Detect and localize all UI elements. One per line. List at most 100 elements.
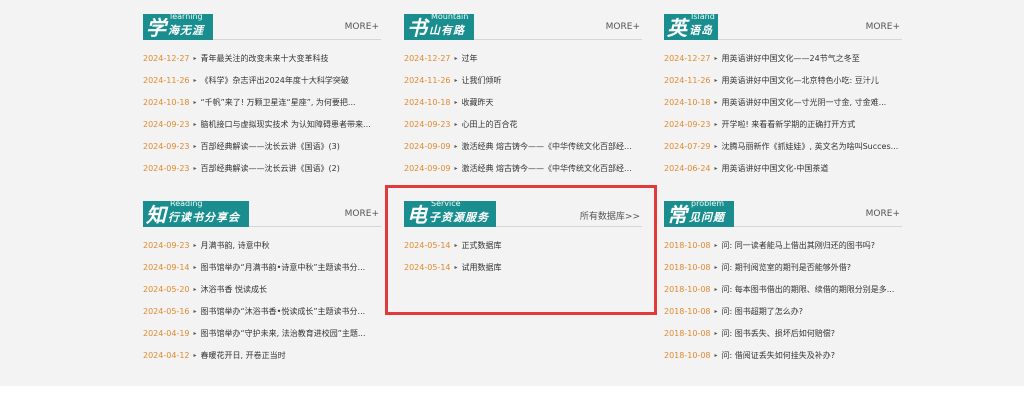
list-item[interactable]: 2024-09-14 ▸ 图书馆举办“月满书韵•诗意中秋”主题读书分... xyxy=(143,256,381,278)
list-item[interactable]: 2024-09-23 ▸ 百部经典解读——沈长云讲《国语》(3) xyxy=(143,135,381,157)
problem-more-link[interactable]: MORE+ xyxy=(866,209,900,219)
list-item[interactable]: 2024-12-27 ▸ 用英语讲好中国文化——24节气之冬至 xyxy=(664,47,902,69)
mountain-panel-header: 书 Mountain 山有路 MORE+ xyxy=(404,12,642,40)
item-title-link[interactable]: 激活经典 熔古铸今——《中华传统文化百部经... xyxy=(462,141,632,152)
item-date: 2018-10-08 xyxy=(664,262,711,272)
item-title-link[interactable]: 问: 期刊阅览室的期刊是否能够外借? xyxy=(722,262,851,273)
bullet-arrow-icon: ▸ xyxy=(454,164,458,172)
item-title-link[interactable]: 问: 借阅证丢失如何挂失及补办? xyxy=(722,350,835,361)
mountain-logo-en: Mountain xyxy=(431,12,469,21)
island-more-link[interactable]: MORE+ xyxy=(866,22,900,32)
list-item[interactable]: 2018-10-08 ▸ 问: 期刊阅览室的期刊是否能够外借? xyxy=(664,256,902,278)
item-title-link[interactable]: 开学啦! 来看看新学期的正确打开方式 xyxy=(722,119,856,130)
item-title-link[interactable]: 激活经典 熔古铸今——《中华传统文化百部经... xyxy=(462,163,632,174)
list-item[interactable]: 2024-07-29 ▸ 沈腾马丽新作《抓娃娃》, 英文名为啥叫Succes... xyxy=(664,135,902,157)
item-title-link[interactable]: 《科学》杂志评出2024年度十大科学突破 xyxy=(201,75,349,86)
list-item[interactable]: 2024-09-09 ▸ 激活经典 熔古铸今——《中华传统文化百部经... xyxy=(404,135,642,157)
list-item[interactable]: 2024-10-18 ▸ “千帆”来了! 万颗卫星连“星座”, 为何要把... xyxy=(143,91,381,113)
item-title-link[interactable]: 用英语讲好中国文化——24节气之冬至 xyxy=(722,53,860,64)
item-title-link[interactable]: 过年 xyxy=(462,53,478,64)
item-date: 2018-10-08 xyxy=(664,240,711,250)
item-title-link[interactable]: 用英语讲好中国文化—寸光阴一寸金, 寸金难... xyxy=(722,97,887,108)
list-item[interactable]: 2024-05-20 ▸ 沐浴书香 悦读成长 xyxy=(143,278,381,300)
learning-logo-char: 学 xyxy=(146,16,166,40)
list-item[interactable]: 2024-11-26 ▸ 《科学》杂志评出2024年度十大科学突破 xyxy=(143,69,381,91)
list-item[interactable]: 2018-10-08 ▸ 问: 借阅证丢失如何挂失及补办? xyxy=(664,344,902,366)
item-title-link[interactable]: 图书馆举办“月满书韵•诗意中秋”主题读书分... xyxy=(201,262,366,273)
item-title-link[interactable]: 脑机接口与虚拟现实技术 为认知障碍患者带来... xyxy=(201,119,371,130)
item-title-link[interactable]: 心田上的百合花 xyxy=(462,119,518,130)
list-item[interactable]: 2024-09-23 ▸ 心田上的百合花 xyxy=(404,113,642,135)
item-date: 2024-09-09 xyxy=(404,163,451,173)
list-item[interactable]: 2024-06-24 ▸ 用英语讲好中国文化-中国茶道 xyxy=(664,157,902,179)
bullet-arrow-icon: ▸ xyxy=(193,120,197,128)
mountain-logo[interactable]: 书 Mountain 山有路 xyxy=(404,12,474,40)
item-date: 2024-09-09 xyxy=(404,141,451,151)
island-news-list: 2024-12-27 ▸ 用英语讲好中国文化——24节气之冬至 2024-11-26 ▸… xyxy=(664,47,902,179)
item-title-link[interactable]: 春暖花开日, 开卷正当时 xyxy=(201,350,286,361)
page-background: 学 learning 海无涯 MORE+ 2024-12-27 ▸ 青年最关注的改变… xyxy=(0,0,1024,386)
problem-panel: 常 problem 见问题 MORE+ 2018-10-08 ▸ 问: 同一读者能马… xyxy=(664,199,902,366)
list-item[interactable]: 2024-09-23 ▸ 百部经典解读——沈长云讲《国语》(2) xyxy=(143,157,381,179)
learning-news-list: 2024-12-27 ▸ 青年最关注的改变未来十大变革科技 2024-11-26 ▸ 《科… xyxy=(143,47,381,179)
list-item[interactable]: 2018-10-08 ▸ 问: 图书超期了怎么办? xyxy=(664,300,902,322)
item-title-link[interactable]: 沐浴书香 悦读成长 xyxy=(201,284,268,295)
item-title-link[interactable]: 问: 同一读者能马上借出其刚归还的图书吗? xyxy=(722,240,875,251)
list-item[interactable]: 2024-12-27 ▸ 青年最关注的改变未来十大变革科技 xyxy=(143,47,381,69)
learning-logo-en: learning xyxy=(170,12,203,21)
list-item[interactable]: 2024-09-23 ▸ 开学啦! 来看看新学期的正确打开方式 xyxy=(664,113,902,135)
list-item[interactable]: 2024-11-26 ▸ 让我们倾听 xyxy=(404,69,642,91)
mountain-more-link[interactable]: MORE+ xyxy=(606,22,640,32)
island-logo[interactable]: 英 Island 语岛 xyxy=(664,12,718,40)
problem-logo-en: problem xyxy=(691,199,725,208)
bullet-arrow-icon: ▸ xyxy=(193,329,197,337)
highlight-frame xyxy=(385,185,657,315)
item-date: 2018-10-08 xyxy=(664,328,711,338)
item-title-link[interactable]: 百部经典解读——沈长云讲《国语》(2) xyxy=(201,163,340,174)
list-item[interactable]: 2024-09-23 ▸ 月满书韵, 诗意中秋 xyxy=(143,234,381,256)
item-title-link[interactable]: “千帆”来了! 万颗卫星连“星座”, 为何要把... xyxy=(201,97,356,108)
list-item[interactable]: 2024-05-16 ▸ 图书馆举办“沐浴书香•悦读成长”主题读书分... xyxy=(143,300,381,322)
item-title-link[interactable]: 问: 图书超期了怎么办? xyxy=(722,306,803,317)
problem-logo[interactable]: 常 problem 见问题 xyxy=(664,199,734,227)
bullet-arrow-icon: ▸ xyxy=(714,307,718,315)
item-title-link[interactable]: 百部经典解读——沈长云讲《国语》(3) xyxy=(201,141,340,152)
list-item[interactable]: 2024-09-09 ▸ 激活经典 熔古铸今——《中华传统文化百部经... xyxy=(404,157,642,179)
list-item[interactable]: 2018-10-08 ▸ 问: 图书丢失、损坏后如何赔偿? xyxy=(664,322,902,344)
bullet-arrow-icon: ▸ xyxy=(714,351,718,359)
item-date: 2024-10-18 xyxy=(143,97,190,107)
item-date: 2024-05-16 xyxy=(143,306,190,316)
island-logo-char: 英 xyxy=(667,16,687,40)
item-date: 2024-09-23 xyxy=(143,119,190,129)
list-item[interactable]: 2024-11-26 ▸ 用英语讲好中国文化—北京特色小吃: 豆汁儿 xyxy=(664,69,902,91)
item-title-link[interactable]: 青年最关注的改变未来十大变革科技 xyxy=(201,53,329,64)
list-item[interactable]: 2018-10-08 ▸ 问: 同一读者能马上借出其刚归还的图书吗? xyxy=(664,234,902,256)
list-item[interactable]: 2024-10-18 ▸ 收藏昨天 xyxy=(404,91,642,113)
learning-more-link[interactable]: MORE+ xyxy=(345,22,379,32)
item-title-link[interactable]: 让我们倾听 xyxy=(462,75,502,86)
reading-more-link[interactable]: MORE+ xyxy=(345,209,379,219)
item-title-link[interactable]: 图书馆举办“沐浴书香•悦读成长”主题读书分... xyxy=(201,306,366,317)
item-title-link[interactable]: 用英语讲好中国文化-中国茶道 xyxy=(722,163,829,174)
reading-logo-cn: 行读书分享会 xyxy=(168,211,240,224)
item-title-link[interactable]: 问: 图书丢失、损坏后如何赔偿? xyxy=(722,328,835,339)
item-date: 2024-09-14 xyxy=(143,262,190,272)
item-title-link[interactable]: 沈腾马丽新作《抓娃娃》, 英文名为啥叫Succes... xyxy=(722,141,899,152)
item-title-link[interactable]: 用英语讲好中国文化—北京特色小吃: 豆汁儿 xyxy=(722,75,879,86)
list-item[interactable]: 2024-12-27 ▸ 过年 xyxy=(404,47,642,69)
item-title-link[interactable]: 图书馆举办“守护未来, 法治教育进校园”主题... xyxy=(201,328,366,339)
list-item[interactable]: 2024-04-19 ▸ 图书馆举办“守护未来, 法治教育进校园”主题... xyxy=(143,322,381,344)
item-date: 2024-11-26 xyxy=(404,75,451,85)
faq-list: 2018-10-08 ▸ 问: 同一读者能马上借出其刚归还的图书吗? 2018-10-… xyxy=(664,234,902,366)
item-title-link[interactable]: 收藏昨天 xyxy=(462,97,494,108)
island-logo-cn: 语岛 xyxy=(689,24,713,37)
list-item[interactable]: 2018-10-08 ▸ 问: 每本图书借出的期限、续借的期限分别是多... xyxy=(664,278,902,300)
item-title-link[interactable]: 问: 每本图书借出的期限、续借的期限分别是多... xyxy=(722,284,895,295)
item-title-link[interactable]: 月满书韵, 诗意中秋 xyxy=(201,240,270,251)
list-item[interactable]: 2024-10-18 ▸ 用英语讲好中国文化—寸光阴一寸金, 寸金难... xyxy=(664,91,902,113)
reading-logo[interactable]: 知 Reading 行读书分享会 xyxy=(143,199,249,227)
list-item[interactable]: 2024-09-23 ▸ 脑机接口与虚拟现实技术 为认知障碍患者带来... xyxy=(143,113,381,135)
list-item[interactable]: 2024-04-12 ▸ 春暖花开日, 开卷正当时 xyxy=(143,344,381,366)
bullet-arrow-icon: ▸ xyxy=(193,76,197,84)
learning-logo[interactable]: 学 learning 海无涯 xyxy=(143,12,213,40)
